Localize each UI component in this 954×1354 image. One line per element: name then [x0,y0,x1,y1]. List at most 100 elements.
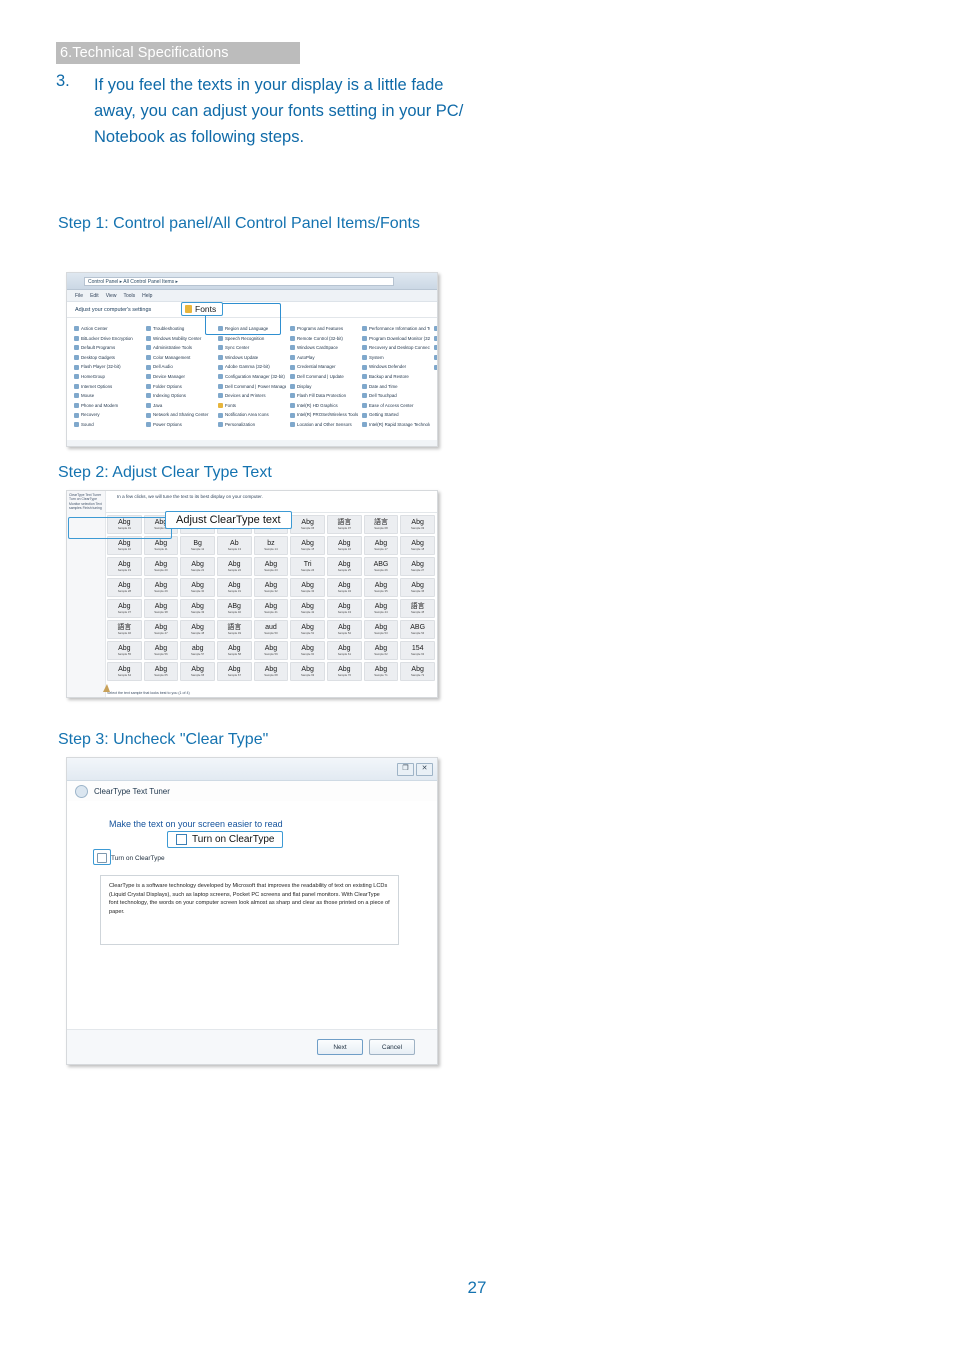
control-panel-item[interactable]: Dell Touchpad [362,391,430,401]
control-panel-item[interactable]: HomeGroup [74,372,142,382]
control-panel-item[interactable]: Backup and Restore [362,372,430,382]
control-panel-item[interactable]: Location and Other Sensors [290,420,358,430]
control-panel-item[interactable]: Network and Sharing Center [146,410,214,420]
control-panel-item[interactable]: Intel(R) Rapid Storage Technology [362,420,430,430]
control-panel-item[interactable]: Power Options [146,420,214,430]
cleartype-sample-cell[interactable]: Abg Sample 66 [180,662,215,681]
control-panel-item[interactable]: Phone and Modem [74,401,142,411]
cleartype-sample-cell[interactable]: Abg Sample 60 [290,641,325,660]
control-panel-item[interactable]: Color Management [146,353,214,363]
cleartype-sample-cell[interactable]: Ab Sample 13 [217,536,252,555]
cleartype-sample-cell[interactable]: Tri Sample 24 [290,557,325,576]
cleartype-sample-cell[interactable]: Abg Sample 51 [290,620,325,639]
control-panel-item[interactable]: Flash Fill Data Protection [290,391,358,401]
cleartype-sample-cell[interactable]: Abg Sample 30 [180,578,215,597]
cleartype-sample-cell[interactable]: Abg Sample 72 [400,662,435,681]
cleartype-sample-cell[interactable]: Abg Sample 67 [217,662,252,681]
cleartype-sample-cell[interactable]: abg Sample 57 [180,641,215,660]
cleartype-sample-cell[interactable]: Abg Sample 22 [217,557,252,576]
control-panel-item[interactable]: Windows CardSpace [290,343,358,353]
control-panel-item[interactable]: Administrative Tools [146,343,214,353]
cleartype-sample-cell[interactable]: Abg Sample 70 [327,662,362,681]
control-panel-item[interactable]: Sound [74,420,142,430]
control-panel-item[interactable]: Intel(R) HD Graphics [290,401,358,411]
close-button[interactable]: ✕ [416,762,433,776]
control-panel-item[interactable]: Default Programs [74,343,142,353]
restore-button[interactable]: ❐ [397,762,414,776]
control-panel-item[interactable]: Intel(R) PROSet/Wireless Tools [290,410,358,420]
control-panel-item[interactable]: Dell Audio [146,362,214,372]
control-panel-item[interactable]: Personalization [218,420,286,430]
control-panel-item[interactable]: Program Download Monitor (32-bit) [362,334,430,344]
cleartype-sample-cell[interactable]: Abg Sample 27 [400,557,435,576]
control-panel-item[interactable]: Speech Recognition [218,334,286,344]
back-arrow-icon[interactable] [75,784,88,798]
control-panel-item[interactable]: Action Center [74,324,142,334]
cleartype-sample-cell[interactable]: Abg Sample 25 [327,557,362,576]
control-panel-item[interactable]: Recovery [74,410,142,420]
cleartype-sample-cell[interactable]: Abg Sample 38 [143,599,179,618]
cleartype-sample-cell[interactable]: Abg Sample 64 [107,662,142,681]
control-panel-item[interactable]: Date and Time [362,382,430,392]
cleartype-sample-cell[interactable]: Abg Sample 42 [290,599,325,618]
cleartype-sample-cell[interactable]: Abg Sample 29 [143,578,179,597]
cleartype-sample-cell[interactable]: Abg Sample 21 [180,557,215,576]
control-panel-item[interactable]: System [362,353,430,363]
cleartype-sample-cell[interactable]: Abg Sample 47 [143,620,179,639]
menu-item-tools[interactable]: Tools [123,293,135,299]
menu-item-edit[interactable]: Edit [90,293,99,299]
control-panel-item[interactable]: Performance Information and Tools [362,324,430,334]
cleartype-sample-cell[interactable]: Abg Sample 18 [400,536,435,555]
cleartype-sample-cell[interactable]: 語言 Sample 49 [217,620,252,639]
cleartype-sample-cell[interactable]: Abg Sample 53 [363,620,399,639]
control-panel-item[interactable]: Mouse [74,391,142,401]
cleartype-sample-cell[interactable]: Abg Sample 62 [363,641,399,660]
cleartype-sample-cell[interactable]: Abg Sample 69 [290,662,325,681]
cleartype-sample-cell[interactable]: Abg Sample 32 [253,578,289,597]
control-panel-item[interactable]: Recovery and Desktop Connections [362,343,430,353]
cleartype-sample-cell[interactable]: ABG Sample 26 [363,557,399,576]
control-panel-item[interactable]: Java [146,401,214,411]
control-panel-item[interactable]: Display [290,382,358,392]
cleartype-sample-cell[interactable]: Abg Sample 59 [253,641,289,660]
cleartype-sample-cell[interactable]: Abg Sample 28 [107,578,142,597]
cleartype-sample-cell[interactable]: ABG Sample 54 [400,620,435,639]
control-panel-item[interactable]: Dell Command | Power Manager [218,382,286,392]
cleartype-sample-cell[interactable]: 語言 Sample 08 [363,515,399,534]
control-panel-item[interactable]: Fonts [218,401,286,411]
cleartype-sample-cell[interactable]: Abg Sample 35 [363,578,399,597]
cleartype-sample-cell[interactable]: Abg Sample 36 [400,578,435,597]
menu-item-file[interactable]: File [75,293,83,299]
control-panel-item[interactable]: Folder Options [146,382,214,392]
cleartype-sample-cell[interactable]: Abg Sample 41 [253,599,289,618]
cleartype-sample-cell[interactable]: Abg Sample 48 [180,620,215,639]
control-panel-item[interactable]: Windows Firewall [434,362,437,372]
cleartype-sample-cell[interactable]: 語言 Sample 46 [107,620,142,639]
control-panel-item[interactable]: Desktop Gadgets [74,353,142,363]
control-panel-item[interactable]: Ease of Access Center [362,401,430,411]
control-panel-item[interactable]: Remote Control (32-bit) [290,334,358,344]
control-panel-item[interactable]: Indexing Options [146,391,214,401]
menu-item-view[interactable]: View [106,293,117,299]
control-panel-item[interactable]: Windows Mobility Center [146,334,214,344]
cleartype-sample-cell[interactable]: Abg Sample 43 [327,599,362,618]
cleartype-sample-cell[interactable]: Abg Sample 09 [400,515,435,534]
cleartype-sample-cell[interactable]: Abg Sample 44 [363,599,399,618]
cleartype-sample-cell[interactable]: Abg Sample 16 [327,536,362,555]
control-panel-item[interactable]: AutoPlay [290,353,358,363]
cleartype-sample-cell[interactable]: 語言 Sample 45 [400,599,435,618]
cleartype-sample-cell[interactable]: Abg Sample 56 [143,641,179,660]
cleartype-sample-cell[interactable]: 語言 Sample 07 [327,515,362,534]
cleartype-sample-cell[interactable]: Abg Sample 58 [217,641,252,660]
cleartype-sample-cell[interactable]: Abg Sample 71 [363,662,399,681]
cleartype-sample-cell[interactable]: Abg Sample 15 [290,536,325,555]
cleartype-sample-cell[interactable]: Abg Sample 68 [253,662,289,681]
control-panel-item[interactable]: Configuration Manager (32-bit) [218,372,286,382]
cleartype-sample-cell[interactable]: Abg Sample 52 [327,620,362,639]
control-panel-item[interactable]: BitLocker Drive Encryption [74,334,142,344]
cleartype-sample-cell[interactable]: Abg Sample 55 [107,641,142,660]
control-panel-item[interactable]: Credential Manager [290,362,358,372]
control-panel-item[interactable]: Sync Center [218,343,286,353]
cleartype-sample-cell[interactable]: Abg Sample 34 [327,578,362,597]
cleartype-sample-cell[interactable]: Abg Sample 39 [180,599,215,618]
